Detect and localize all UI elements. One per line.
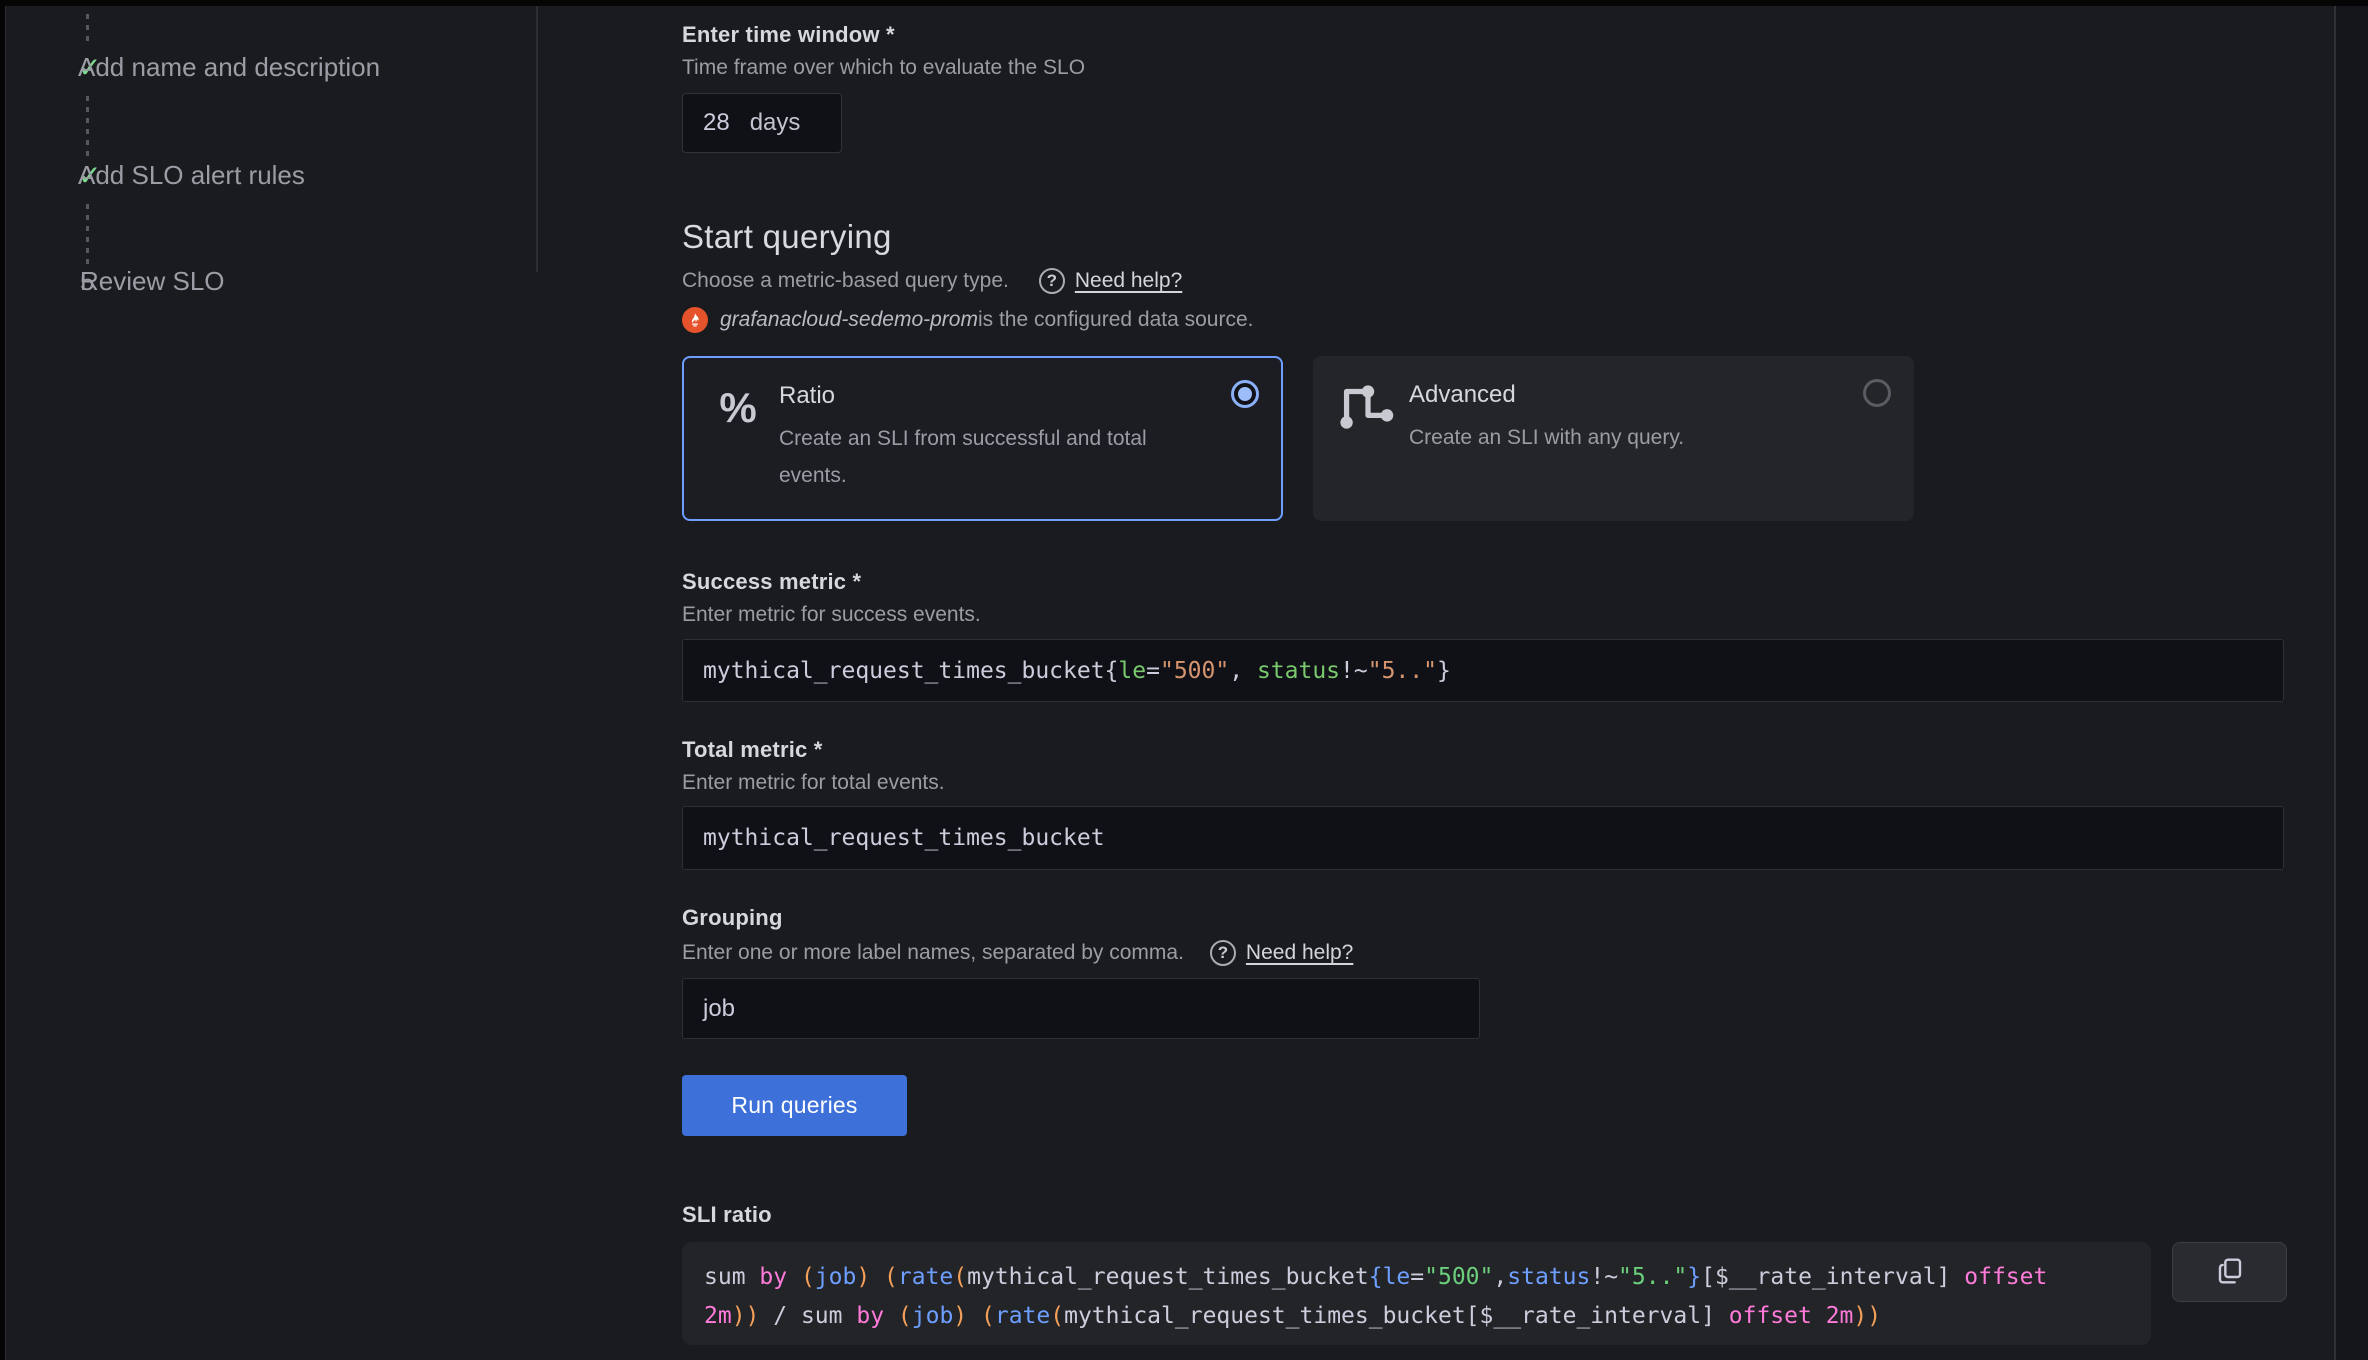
success-metric-input[interactable]: mythical_request_times_bucket{le="500", …: [682, 639, 2284, 702]
grouping-description: Enter one or more label names, separated…: [682, 941, 1184, 965]
scroll-gutter[interactable]: [2336, 6, 2368, 1360]
card-description: Create an SLI with any query.: [1409, 419, 1809, 456]
datasource-suffix: is the configured data source.: [978, 308, 1254, 332]
copy-button[interactable]: [2172, 1242, 2287, 1302]
query-type-card-ratio[interactable]: % Ratio Create an SLI from successful an…: [682, 356, 1283, 521]
step-label: Add name and description: [78, 52, 380, 83]
sli-ratio-code-block[interactable]: sum by (job) (rate(mythical_request_time…: [682, 1242, 2151, 1345]
total-metric-description: Enter metric for total events.: [682, 771, 945, 795]
query-type-card-advanced[interactable]: Advanced Create an SLI with any query.: [1313, 356, 1914, 521]
steps-icon: [1338, 379, 1398, 435]
card-title: Advanced: [1409, 381, 1516, 409]
slo-wizard-screen: ✓ Add name and description ✓ Add SLO ale…: [0, 0, 2368, 1360]
sli-ratio-label: SLI ratio: [682, 1202, 772, 1228]
card-title: Ratio: [779, 382, 835, 410]
time-window-input[interactable]: 28 days: [682, 93, 842, 153]
need-help-link[interactable]: Need help?: [1075, 269, 1182, 293]
run-queries-label: Run queries: [731, 1092, 857, 1119]
advanced-radio-unselected[interactable]: [1863, 379, 1891, 407]
stepper-connector: [86, 14, 89, 46]
total-metric-value: mythical_request_times_bucket: [703, 825, 1105, 851]
step-label: Review SLO: [80, 266, 225, 297]
stepper-step-alert-rules[interactable]: ✓ Add SLO alert rules: [6, 159, 305, 192]
step-label: Add SLO alert rules: [78, 160, 305, 191]
stepper-connector: [86, 204, 89, 264]
time-window-description: Time frame over which to evaluate the SL…: [682, 56, 1085, 80]
grouping-label: Grouping: [682, 905, 783, 931]
help-circle-icon[interactable]: ?: [1210, 940, 1236, 966]
success-metric-label: Success metric *: [682, 569, 861, 595]
start-querying-heading: Start querying: [682, 218, 892, 256]
ratio-radio-selected[interactable]: [1231, 380, 1259, 408]
time-window-label: Enter time window *: [682, 22, 895, 48]
help-circle-icon[interactable]: ?: [1039, 268, 1065, 294]
prometheus-icon: [682, 307, 708, 333]
time-window-value[interactable]: 28: [703, 109, 730, 137]
percent-icon: %: [708, 380, 768, 436]
check-icon: ✓: [6, 51, 78, 84]
stepper-step-name-description[interactable]: ✓ Add name and description: [6, 51, 380, 84]
stepper-divider: [536, 6, 538, 272]
sli-ratio-code-line-1: sum by (job) (rate(mythical_request_time…: [704, 1258, 2129, 1297]
card-description: Create an SLI from successful and total …: [779, 420, 1179, 494]
grouping-input[interactable]: job: [682, 978, 1480, 1039]
check-icon: ✓: [6, 159, 78, 192]
stepper-connector: [86, 96, 89, 156]
copy-icon: [2214, 1255, 2246, 1290]
step-number: 5: [6, 266, 80, 297]
success-metric-description: Enter metric for success events.: [682, 603, 981, 627]
query-type-subtext: Choose a metric-based query type.: [682, 269, 1009, 293]
stepper-step-review-slo[interactable]: 5 Review SLO: [6, 266, 225, 297]
grouping-need-help-link[interactable]: Need help?: [1246, 941, 1353, 965]
success-metric-value: mythical_request_times_bucket{le="500", …: [703, 658, 1451, 684]
wizard-stepper: ✓ Add name and description ✓ Add SLO ale…: [6, 6, 536, 306]
run-queries-button[interactable]: Run queries: [682, 1075, 907, 1136]
sli-ratio-code-line-2: 2m)) / sum by (job) (rate(mythical_reque…: [704, 1297, 2129, 1336]
datasource-name: grafanacloud-sedemo-prom: [720, 308, 978, 332]
time-window-unit: days: [750, 109, 801, 137]
total-metric-input[interactable]: mythical_request_times_bucket: [682, 806, 2284, 870]
grouping-value: job: [703, 995, 735, 1023]
total-metric-label: Total metric *: [682, 737, 823, 763]
content-area: ✓ Add name and description ✓ Add SLO ale…: [5, 6, 2368, 1360]
